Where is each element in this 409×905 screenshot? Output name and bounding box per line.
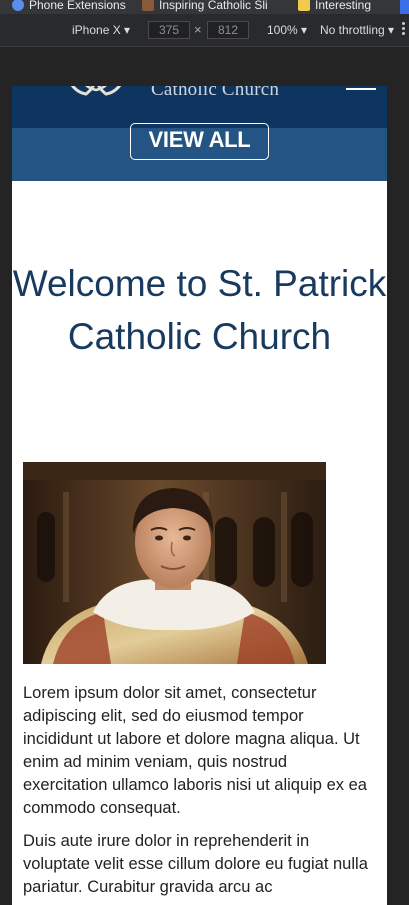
height-input[interactable]: 812 [207, 21, 249, 39]
globe-icon [12, 0, 24, 11]
more-options-icon[interactable] [402, 22, 405, 37]
throttling-select[interactable]: No throttling ▾ [320, 23, 394, 37]
zoom-select[interactable]: 100% ▾ [267, 23, 307, 37]
zoom-label: 100% [267, 23, 298, 37]
bookmark-label: Interesting [315, 0, 372, 12]
bookmark-phone-extensions[interactable]: Phone Extensions [12, 0, 126, 14]
bookmark-interesting[interactable]: Interesting [298, 0, 371, 14]
width-input[interactable]: 375 [148, 21, 190, 39]
site-brand-name[interactable]: Catholic Church [151, 86, 279, 101]
intro-paragraph: Lorem ipsum dolor sit amet, consectetur … [23, 684, 367, 817]
device-label: iPhone X [72, 23, 121, 37]
folder-icon [298, 0, 310, 11]
device-toolbar: iPhone X ▾ 375 × 812 100% ▾ No throttlin… [0, 14, 409, 47]
view-all-button[interactable]: VIEW ALL [130, 123, 269, 160]
church-logo-icon[interactable] [66, 86, 126, 102]
menu-icon[interactable] [346, 88, 376, 90]
priest-photo [23, 462, 326, 664]
portrait-thumbnail-icon [142, 0, 154, 11]
welcome-heading: Welcome to St. Patrick Catholic Church [12, 263, 387, 357]
bookmark-label: Inspiring Catholic Sli [159, 0, 268, 12]
site-header: Catholic Church [12, 86, 387, 128]
bookmark-label: Phone Extensions [29, 0, 126, 12]
bookmarks-bar: Phone Extensions Inspiring Catholic Sli … [0, 0, 409, 14]
throttling-label: No throttling [320, 23, 385, 37]
device-select[interactable]: iPhone X ▾ [72, 23, 130, 37]
bookmark-inspiring-catholic[interactable]: Inspiring Catholic Sli [142, 0, 268, 14]
times-icon: × [194, 22, 202, 37]
extension-icon[interactable] [400, 0, 409, 14]
second-paragraph: Duis aute irure dolor in reprehenderit i… [23, 832, 368, 896]
device-viewport: Catholic Church VIEW ALL Welcome to St. … [12, 86, 387, 905]
